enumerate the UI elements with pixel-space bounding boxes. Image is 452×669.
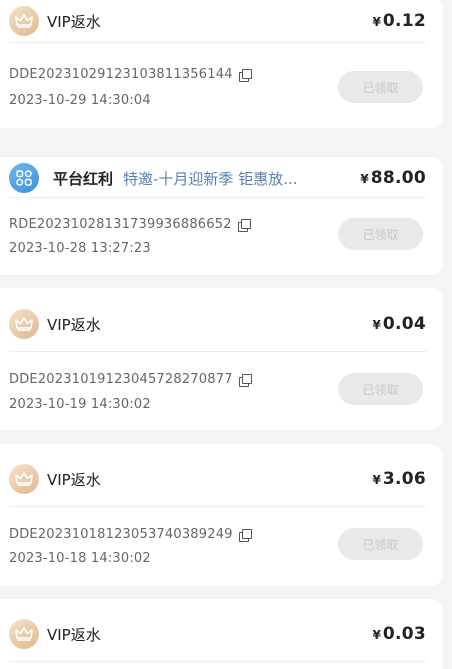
record-card: 平台红利 特邀-十月迎新季 钜惠放... ¥88.00 RDE202310281… — [0, 157, 443, 275]
record-time: 2023-10-29 14:30:04 — [9, 93, 151, 108]
record-amount: ¥0.03 — [372, 624, 426, 644]
record-title: VIP返水 — [47, 625, 101, 644]
copy-icon[interactable] — [238, 528, 252, 542]
record-title: VIP返水 — [47, 470, 101, 489]
record-card: VIP返水 ¥0.04 DDE20231019123045728270877 2… — [0, 288, 443, 430]
crown-icon — [9, 619, 39, 649]
order-number: DDE20231019123045728270877 — [9, 372, 233, 387]
record-amount: ¥3.06 — [372, 469, 426, 489]
copy-icon[interactable] — [237, 218, 251, 232]
record-time: 2023-10-18 14:30:02 — [9, 551, 151, 566]
claimed-button[interactable]: 已领取 — [338, 218, 423, 250]
order-number: DDE20231029123103811356144 — [9, 67, 233, 82]
copy-icon[interactable] — [238, 373, 252, 387]
order-number-row: DDE20231018123053740389249 — [9, 527, 252, 542]
divider — [9, 506, 426, 507]
record-amount: ¥0.04 — [372, 314, 426, 334]
grid-icon — [9, 163, 39, 193]
crown-icon — [9, 309, 39, 339]
record-header: VIP返水 ¥0.03 — [9, 613, 426, 655]
record-subtitle: 特邀-十月迎新季 钜惠放... — [123, 169, 298, 188]
record-card: VIP返水 ¥3.06 DDE20231018123053740389249 2… — [0, 444, 443, 586]
order-number: RDE20231028131739936886652 — [9, 217, 232, 232]
record-amount: ¥0.12 — [372, 11, 426, 31]
record-header: VIP返水 ¥0.12 — [9, 0, 426, 42]
divider — [9, 351, 426, 352]
order-number-row: DDE20231029123103811356144 — [9, 67, 252, 82]
record-header: VIP返水 ¥3.06 — [9, 458, 426, 500]
record-time: 2023-10-19 14:30:02 — [9, 397, 151, 412]
record-card: VIP返水 ¥0.03 — [0, 599, 443, 669]
record-time: 2023-10-28 13:27:23 — [9, 241, 151, 256]
record-card: VIP返水 ¥0.12 DDE20231029123103811356144 2… — [0, 0, 443, 128]
record-amount: ¥88.00 — [360, 168, 426, 188]
crown-icon — [9, 464, 39, 494]
order-number-row: DDE20231019123045728270877 — [9, 372, 252, 387]
claimed-button[interactable]: 已领取 — [338, 373, 423, 405]
record-header: 平台红利 特邀-十月迎新季 钜惠放... ¥88.00 — [9, 157, 426, 199]
copy-icon[interactable] — [238, 68, 252, 82]
order-number-row: RDE20231028131739936886652 — [9, 217, 251, 232]
record-title: VIP返水 — [47, 315, 101, 334]
divider — [9, 42, 426, 43]
divider — [9, 197, 426, 198]
record-title: 平台红利 — [53, 169, 114, 188]
order-number: DDE20231018123053740389249 — [9, 527, 233, 542]
record-header: VIP返水 ¥0.04 — [9, 303, 426, 345]
divider — [9, 661, 426, 662]
claimed-button[interactable]: 已领取 — [338, 71, 423, 103]
record-title: VIP返水 — [47, 12, 101, 31]
crown-icon — [9, 6, 39, 36]
claimed-button[interactable]: 已领取 — [338, 528, 423, 560]
